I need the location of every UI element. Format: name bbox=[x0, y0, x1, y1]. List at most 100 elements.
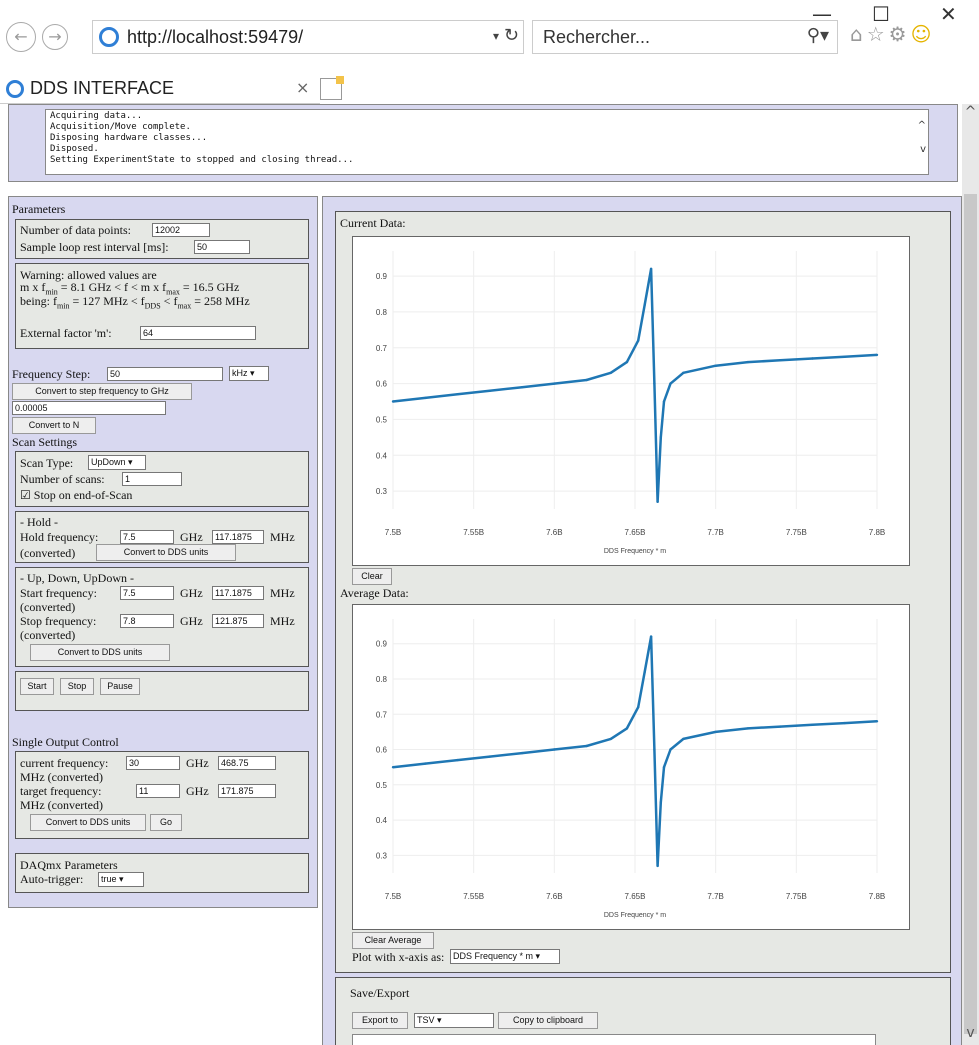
stop-mhz-input[interactable]: 121.875 bbox=[212, 614, 264, 628]
scroll-up-icon[interactable]: ^ bbox=[962, 104, 979, 120]
average-data-chart[interactable]: 0.3 0.4 0.5 0.6 0.7 0.8 0.9 7.5B 7.55B 7.6B 7.65B 7… bbox=[352, 604, 910, 930]
checkbox-icon[interactable]: ☑ bbox=[20, 488, 31, 502]
ghz-unit: GHz bbox=[180, 586, 203, 600]
ghz-unit: GHz bbox=[180, 530, 203, 544]
xaxis-select[interactable]: DDS Frequency * m ▾ bbox=[450, 949, 560, 964]
clear-average-button[interactable]: Clear Average bbox=[352, 932, 434, 949]
ghz-unit: GHz bbox=[180, 614, 203, 628]
start-button[interactable]: Start bbox=[20, 678, 54, 695]
ghz-unit: GHz bbox=[186, 784, 209, 798]
freq-step-input[interactable]: 50 bbox=[107, 367, 223, 381]
x-tick-label: 7.5B bbox=[385, 892, 401, 901]
x-tick-label: 7.55B bbox=[463, 892, 484, 901]
scroll-down-icon[interactable]: v bbox=[962, 1025, 979, 1041]
y-tick-label: 0.4 bbox=[376, 451, 388, 460]
go-button[interactable]: Go bbox=[150, 814, 182, 831]
new-tab-icon[interactable] bbox=[320, 76, 344, 100]
y-tick-label: 0.3 bbox=[376, 851, 388, 860]
x-tick-label: 7.75B bbox=[786, 892, 807, 901]
pause-button[interactable]: Pause bbox=[100, 678, 140, 695]
copy-clipboard-button[interactable]: Copy to clipboard bbox=[498, 1012, 598, 1029]
smiley-icon[interactable]: ☺ bbox=[911, 22, 936, 46]
data-point bbox=[625, 360, 629, 364]
data-point bbox=[520, 751, 524, 755]
clear-button[interactable]: Clear bbox=[352, 568, 392, 585]
y-tick-label: 0.8 bbox=[376, 308, 388, 317]
home-icon[interactable]: ⌂ bbox=[850, 22, 867, 46]
stop-freq-input[interactable]: 7.8 bbox=[120, 614, 174, 628]
y-tick-label: 0.7 bbox=[376, 710, 388, 719]
stop-end-scan-label: Stop on end-of-Scan bbox=[33, 488, 133, 502]
updown-convert-button[interactable]: Convert to DDS units bbox=[30, 644, 170, 661]
average-data-plot[interactable]: 0.3 0.4 0.5 0.6 0.7 0.8 0.9 7.5B 7.55B 7.6B 7.65B 7… bbox=[353, 605, 909, 929]
x-tick-label: 7.8B bbox=[869, 892, 885, 901]
current-data-plot[interactable]: 0.3 0.4 0.5 0.6 0.7 0.8 0.9 7.5B 7.55B 7.6B 7.65B 7… bbox=[353, 237, 909, 565]
convert-step-ghz-button[interactable]: Convert to step frequency to GHz bbox=[12, 383, 192, 400]
sample-loop-input[interactable]: 50 bbox=[194, 240, 250, 254]
hold-mhz-input[interactable]: 117.1875 bbox=[212, 530, 264, 544]
data-point bbox=[637, 339, 640, 342]
scroll-down-icon[interactable]: v bbox=[920, 144, 926, 155]
freq-unit-select[interactable]: kHz ▾ bbox=[229, 366, 269, 381]
mhz-unit: MHz bbox=[270, 530, 295, 544]
stop-button[interactable]: Stop bbox=[60, 678, 94, 695]
start-mhz-input[interactable]: 117.1875 bbox=[212, 586, 264, 600]
favorites-star-icon[interactable]: ☆ bbox=[867, 22, 889, 46]
scrollbar-thumb[interactable] bbox=[964, 194, 977, 1034]
single-convert-button[interactable]: Convert to DDS units bbox=[30, 814, 146, 831]
close-icon[interactable]: ✕ bbox=[940, 2, 957, 26]
num-scans-input[interactable]: 1 bbox=[122, 472, 182, 486]
mhz-unit: MHz bbox=[270, 614, 295, 628]
export-textarea[interactable] bbox=[352, 1034, 876, 1045]
updown-box: - Up, Down, UpDown - Start frequency: 7.… bbox=[15, 567, 309, 667]
search-icon[interactable]: ⚲▾ bbox=[807, 25, 829, 46]
scan-type-select[interactable]: UpDown ▾ bbox=[88, 455, 146, 470]
gear-icon[interactable]: ⚙ bbox=[889, 22, 911, 46]
x-tick-label: 7.55B bbox=[463, 528, 484, 537]
back-arrow-icon[interactable]: ← bbox=[6, 22, 36, 52]
x-tick-label: 7.8B bbox=[869, 528, 885, 537]
y-tick-label: 0.8 bbox=[376, 675, 388, 684]
mhz-converted-label: MHz (converted) bbox=[20, 770, 103, 784]
ext-factor-input[interactable]: 64 bbox=[140, 326, 256, 340]
data-point bbox=[659, 801, 662, 804]
target-mhz-input[interactable]: 171.875 bbox=[218, 784, 276, 798]
y-tick-label: 0.6 bbox=[376, 746, 388, 755]
data-point bbox=[653, 382, 656, 385]
num-points-input[interactable]: 12002 bbox=[152, 223, 210, 237]
ie-logo-icon bbox=[99, 27, 119, 47]
save-export-box: Save/Export Export to TSV ▾ Copy to clip… bbox=[335, 977, 951, 1045]
search-input[interactable]: Rechercher... ⚲▾ bbox=[532, 20, 838, 54]
url-text: http://localhost:59479/ bbox=[127, 27, 304, 47]
start-freq-label: Start frequency: bbox=[20, 586, 97, 600]
data-point bbox=[391, 766, 395, 769]
stop-end-scan-checkbox[interactable]: ☑ Stop on end-of-Scan bbox=[20, 488, 132, 503]
export-button[interactable]: Export to bbox=[352, 1012, 408, 1029]
current-data-chart[interactable]: 0.3 0.4 0.5 0.6 0.7 0.8 0.9 7.5B 7.55B 7.6B 7.65B 7… bbox=[352, 236, 910, 566]
hold-convert-button[interactable]: Convert to DDS units bbox=[96, 544, 236, 561]
page-scrollbar[interactable]: ^ v bbox=[962, 104, 979, 1045]
scroll-up-icon[interactable]: ^ bbox=[918, 120, 926, 131]
data-point bbox=[637, 706, 640, 709]
right-panel: Current Data: 0.3 0.4 0.5 0.6 0.7 0.8 0.9 7.5B 7… bbox=[322, 196, 962, 1045]
y-tick-label: 0.5 bbox=[376, 415, 388, 424]
target-freq-input[interactable]: 11 bbox=[136, 784, 180, 798]
current-mhz-input[interactable]: 468.75 bbox=[218, 756, 276, 770]
hold-freq-input[interactable]: 7.5 bbox=[120, 530, 174, 544]
tab-close-icon[interactable]: × bbox=[296, 78, 309, 97]
auto-trigger-select[interactable]: true ▾ bbox=[98, 872, 144, 887]
chevron-down-icon[interactable]: ▾ bbox=[493, 29, 499, 43]
y-tick-label: 0.7 bbox=[376, 344, 388, 353]
current-freq-input[interactable]: 30 bbox=[126, 756, 180, 770]
log-textarea[interactable]: Acquiring data... Acquisition/Move compl… bbox=[45, 109, 929, 175]
format-select[interactable]: TSV ▾ bbox=[414, 1013, 494, 1028]
forward-arrow-icon[interactable]: → bbox=[42, 24, 68, 50]
toolbar-icons: ⌂☆⚙☺ bbox=[850, 22, 935, 46]
browser-tab[interactable]: DDS INTERFACE × bbox=[0, 76, 320, 104]
step-ghz-input[interactable]: 0.00005 bbox=[12, 401, 166, 415]
warning-text: = 258 MHz bbox=[191, 294, 250, 308]
start-freq-input[interactable]: 7.5 bbox=[120, 586, 174, 600]
convert-n-button[interactable]: Convert to N bbox=[12, 417, 96, 434]
refresh-icon[interactable]: ↻ bbox=[504, 25, 519, 46]
address-bar[interactable]: http://localhost:59479/ ▾ ↻ bbox=[92, 20, 524, 54]
